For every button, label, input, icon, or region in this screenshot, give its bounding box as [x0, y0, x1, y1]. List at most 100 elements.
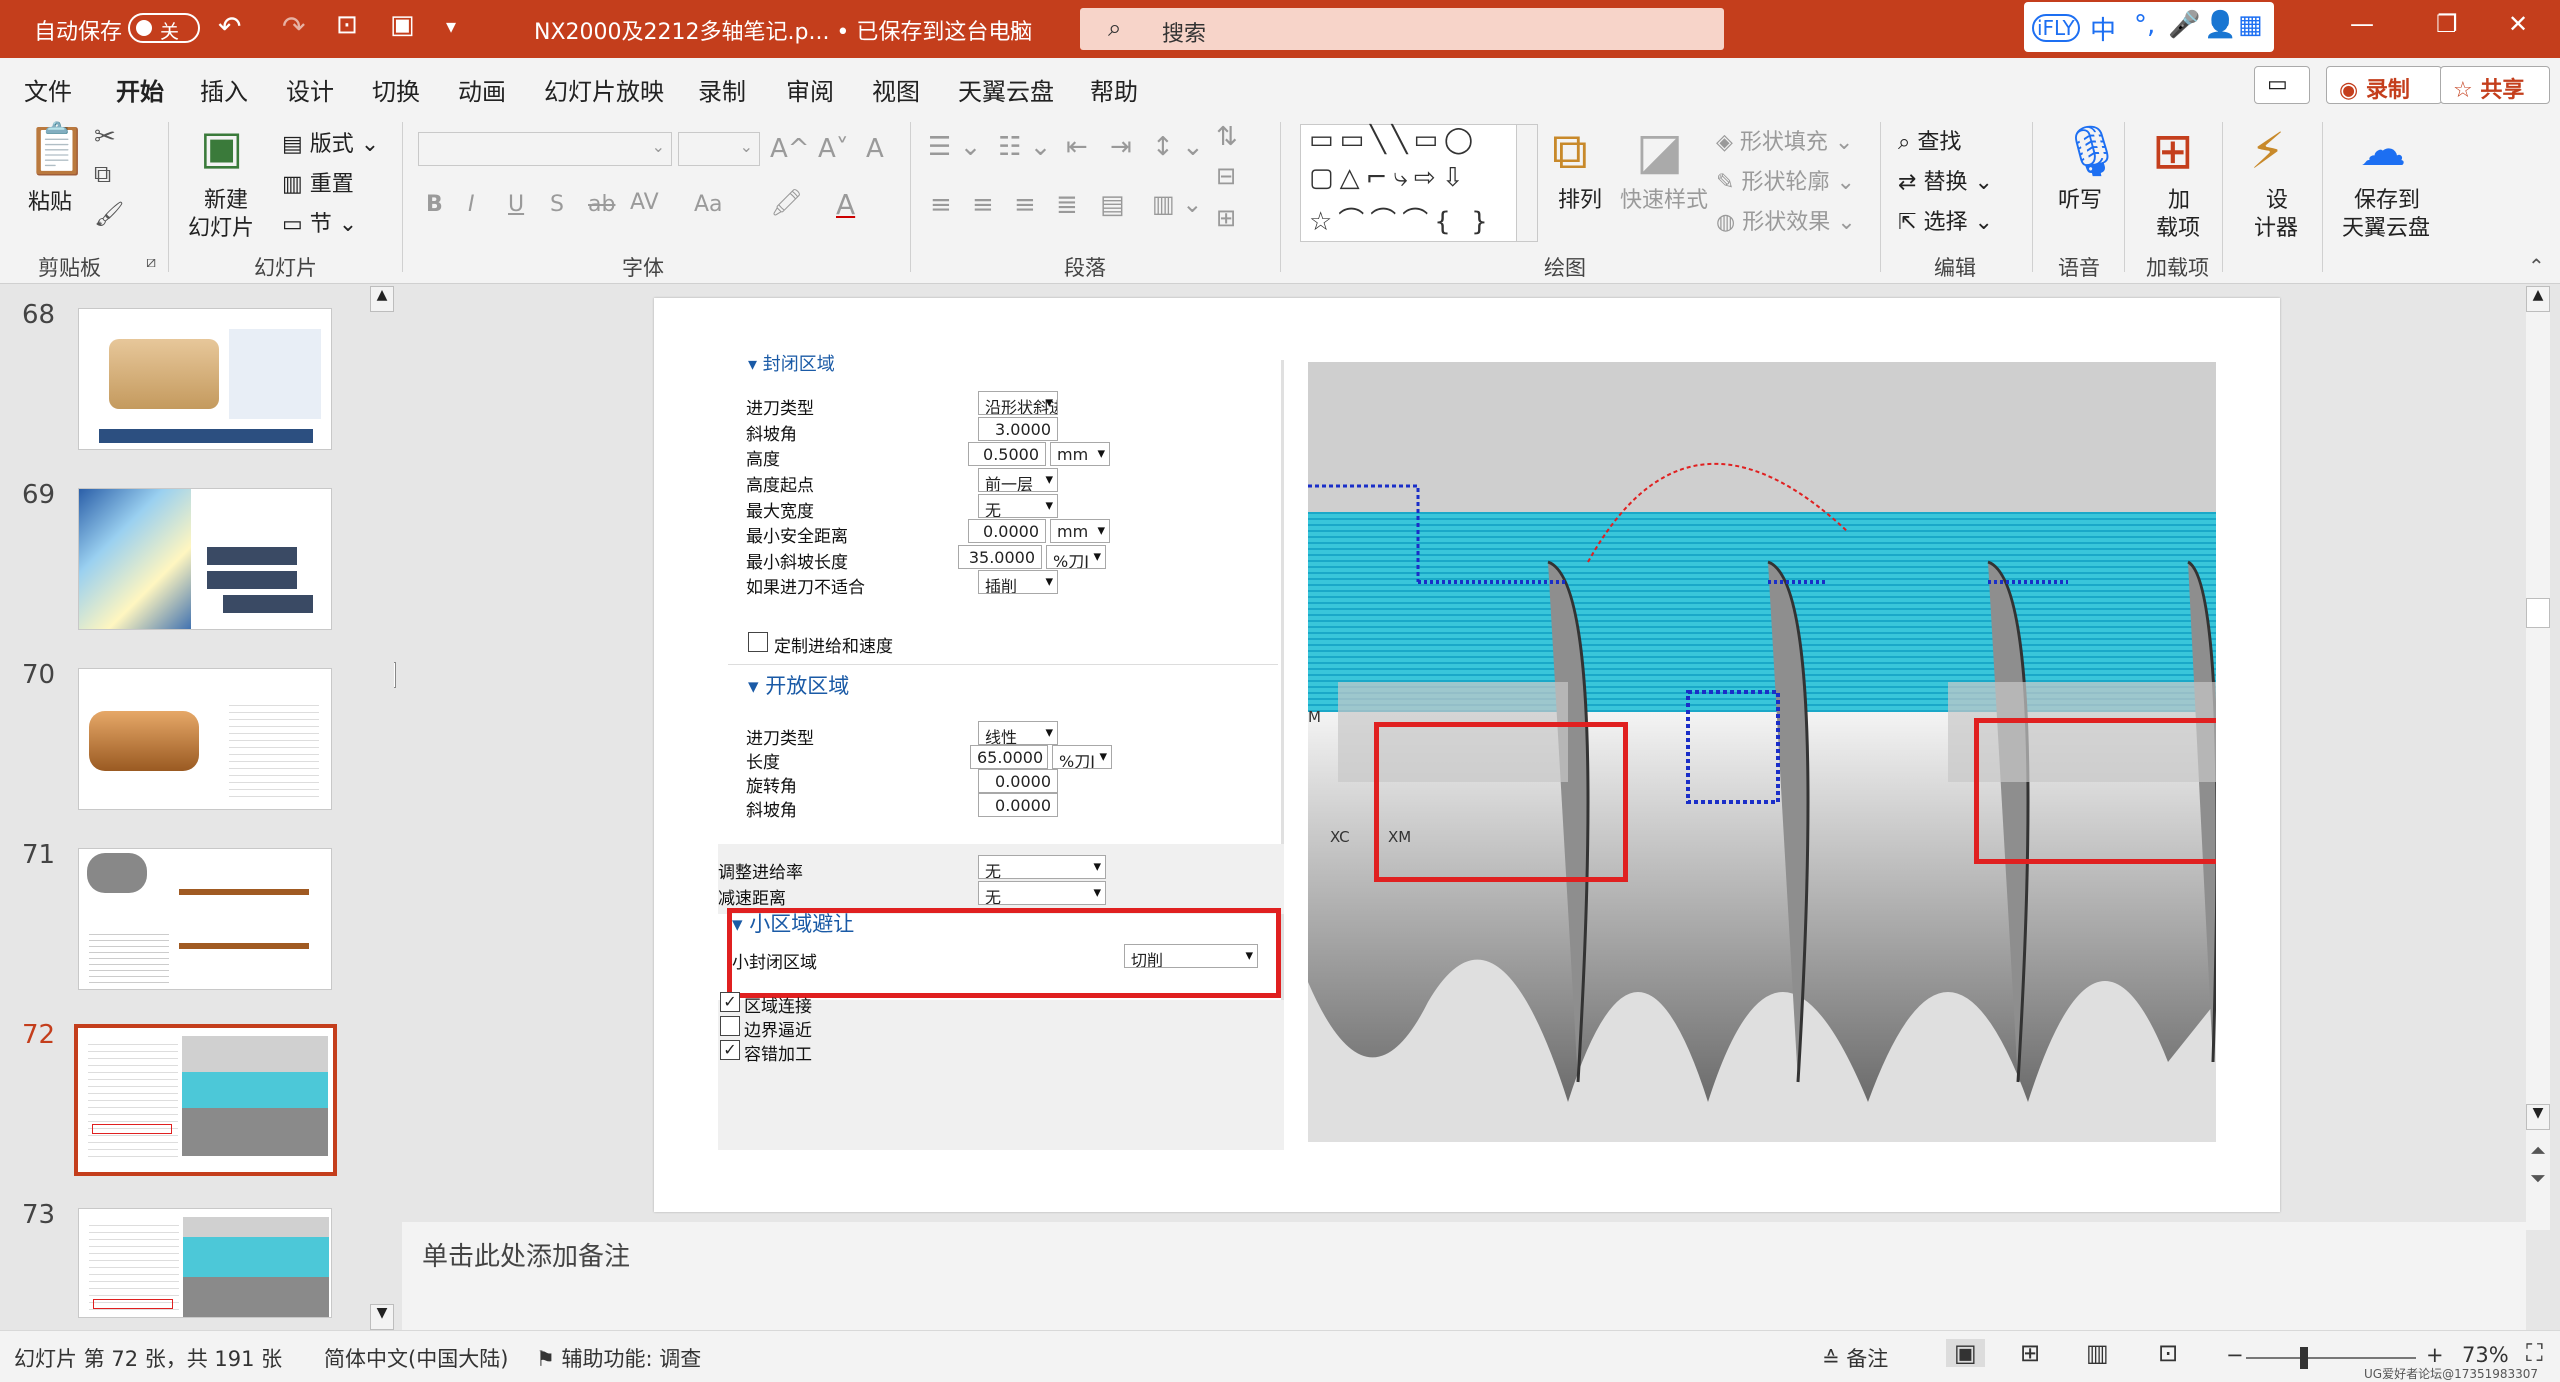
- slide-thumbnail-71[interactable]: [78, 848, 332, 990]
- zoom-level[interactable]: 73%: [2462, 1343, 2509, 1367]
- tab-help[interactable]: 帮助: [1090, 72, 1138, 107]
- notes-pane[interactable]: 单击此处添加备注: [402, 1222, 2526, 1330]
- char-spacing-button[interactable]: AV: [630, 190, 659, 215]
- slideshow-icon[interactable]: ⊡: [2158, 1339, 2178, 1367]
- previous-slide-icon[interactable]: ⏶: [2530, 1138, 2546, 1162]
- tab-insert[interactable]: 插入: [200, 72, 248, 107]
- zoom-out-icon[interactable]: −: [2226, 1343, 2244, 1367]
- strikethrough-button[interactable]: ab: [588, 192, 615, 217]
- tab-record[interactable]: 录制: [698, 72, 746, 107]
- normal-view-icon[interactable]: ▣: [1946, 1339, 1985, 1367]
- panel-scroll-up-icon[interactable]: ▲: [370, 286, 394, 312]
- decrease-indent-icon[interactable]: ⇤: [1066, 134, 1088, 160]
- minimize-icon[interactable]: —: [2350, 10, 2374, 38]
- quick-styles-button[interactable]: 快速样式: [1620, 182, 1708, 214]
- numbering-icon[interactable]: ☷ ⌄: [998, 134, 1051, 160]
- dictate-icon[interactable]: 🎙: [2060, 126, 2123, 176]
- shrink-font-button[interactable]: A˅: [818, 134, 849, 164]
- shadow-button[interactable]: S: [550, 192, 564, 217]
- align-right-icon[interactable]: ≡: [1014, 192, 1036, 218]
- slide-thumbnail-68[interactable]: [78, 308, 332, 450]
- select-button[interactable]: ⇱ 选择 ⌄: [1898, 204, 1993, 236]
- tab-home[interactable]: 开始: [116, 72, 164, 121]
- arrange-button[interactable]: 排列: [1558, 182, 1602, 214]
- underline-button[interactable]: U: [508, 192, 524, 217]
- bullets-icon[interactable]: ☰ ⌄: [928, 134, 981, 160]
- ifly-chinese-button[interactable]: 中: [2090, 10, 2116, 47]
- zoom-in-icon[interactable]: +: [2426, 1343, 2444, 1367]
- shapes-gallery-scroll[interactable]: [1516, 124, 1538, 242]
- clipboard-launcher-icon[interactable]: ⧄: [146, 254, 156, 270]
- search-box[interactable]: ⌕ 搜索: [1080, 8, 1724, 50]
- panel-scrollbar[interactable]: [370, 286, 394, 1330]
- shape-effect-button[interactable]: ◍ 形状效果 ⌄: [1716, 204, 1856, 236]
- replace-button[interactable]: ⇄ 替换 ⌄: [1898, 164, 1993, 196]
- increase-indent-icon[interactable]: ⇥: [1110, 134, 1132, 160]
- new-slide-label[interactable]: 幻灯片: [188, 210, 254, 242]
- cloud-icon[interactable]: ☁: [2360, 126, 2406, 172]
- zoom-slider-thumb[interactable]: [2300, 1347, 2308, 1369]
- align-text-icon[interactable]: ⊟: [1216, 164, 1236, 188]
- section-button[interactable]: ▭ 节 ⌄: [282, 206, 357, 238]
- bold-button[interactable]: B: [426, 192, 443, 217]
- clear-format-button[interactable]: A: [866, 134, 884, 164]
- text-direction-icon[interactable]: ⇅: [1216, 124, 1238, 150]
- restore-icon[interactable]: ❐: [2436, 10, 2458, 38]
- font-size-input[interactable]: ⌄: [678, 132, 760, 166]
- slide-thumbnail-69[interactable]: [78, 488, 332, 630]
- slide-scrollbar[interactable]: [2526, 286, 2550, 1230]
- reading-view-icon[interactable]: ▥: [2086, 1339, 2109, 1367]
- close-icon[interactable]: ✕: [2508, 10, 2528, 38]
- record-button[interactable]: ◉ 录制: [2326, 66, 2442, 104]
- language-status[interactable]: 简体中文(中国大陆): [324, 1343, 508, 1373]
- cut-icon[interactable]: ✂: [94, 124, 116, 150]
- align-left-icon[interactable]: ≡: [930, 192, 952, 218]
- undo-icon[interactable]: ↶: [218, 10, 241, 43]
- italic-button[interactable]: I: [468, 192, 475, 217]
- slide-sorter-icon[interactable]: ⊞: [2020, 1339, 2040, 1367]
- customize-qat-icon[interactable]: ▾: [446, 14, 456, 38]
- slide-thumbnail-70[interactable]: [78, 668, 332, 810]
- reset-button[interactable]: ▥ 重置: [282, 166, 354, 198]
- shape-fill-button[interactable]: ◈ 形状填充 ⌄: [1716, 124, 1853, 156]
- designer-icon[interactable]: ⚡: [2250, 126, 2285, 176]
- collapse-ribbon-icon[interactable]: ⌃: [2528, 256, 2545, 276]
- justify-icon[interactable]: ≣: [1056, 192, 1078, 218]
- columns-icon[interactable]: ▥ ⌄: [1152, 192, 1202, 216]
- arrange-icon[interactable]: ⧉: [1552, 126, 1588, 176]
- ifly-logo-icon[interactable]: iFLY: [2032, 14, 2080, 42]
- addins-icon[interactable]: ⊞: [2152, 126, 2194, 176]
- zoom-slider[interactable]: [2246, 1357, 2416, 1359]
- find-button[interactable]: ⌕ 查找: [1898, 124, 1961, 156]
- next-slide-icon[interactable]: ⏷: [2530, 1166, 2546, 1190]
- copy-icon[interactable]: ⧉: [94, 162, 111, 186]
- paste-button[interactable]: 粘贴: [28, 184, 72, 216]
- tab-animations[interactable]: 动画: [458, 72, 506, 107]
- slide-scroll-thumb[interactable]: [2526, 598, 2550, 628]
- slide-scroll-down-icon[interactable]: ▼: [2526, 1104, 2550, 1130]
- tab-cloud[interactable]: 天翼云盘: [958, 72, 1054, 107]
- notes-button[interactable]: ≙ 备注: [1822, 1343, 1888, 1373]
- grow-font-button[interactable]: A^: [770, 134, 810, 164]
- ifly-apps-icon[interactable]: ▦: [2238, 10, 2263, 40]
- comments-button[interactable]: ▭: [2254, 66, 2310, 104]
- smartart-icon[interactable]: ⊞: [1216, 206, 1236, 230]
- redo-icon[interactable]: ↷: [282, 10, 305, 43]
- ifly-mic-icon[interactable]: 🎤: [2168, 10, 2200, 40]
- tab-slideshow[interactable]: 幻灯片放映: [544, 72, 664, 107]
- highlight-icon[interactable]: 🖍: [770, 190, 803, 216]
- fit-to-window-icon[interactable]: ⛶: [2526, 1339, 2543, 1367]
- ifly-punct-button[interactable]: °,: [2134, 10, 2155, 40]
- distribute-icon[interactable]: ▤: [1100, 192, 1125, 218]
- quick-styles-icon[interactable]: ◪: [1636, 126, 1683, 176]
- shape-outline-button[interactable]: ✎ 形状轮廓 ⌄: [1716, 164, 1855, 196]
- tab-file[interactable]: 文件: [24, 72, 72, 107]
- title-chevron-icon[interactable]: ⌄: [1006, 14, 1024, 39]
- save-icon[interactable]: ▣: [390, 10, 415, 40]
- shapes-gallery[interactable]: ▭▭╲╲▭◯ ▢△⌐⤷⇨⇩ ☆⌒⌒⌒{ }: [1300, 124, 1536, 242]
- slide-thumbnail-72[interactable]: [74, 1024, 337, 1176]
- tab-view[interactable]: 视图: [872, 72, 920, 107]
- change-case-button[interactable]: Aa: [694, 192, 723, 217]
- document-title[interactable]: NX2000及2212多轴笔记.p... • 已保存到这台电脑: [534, 14, 1032, 46]
- tab-design[interactable]: 设计: [286, 72, 334, 107]
